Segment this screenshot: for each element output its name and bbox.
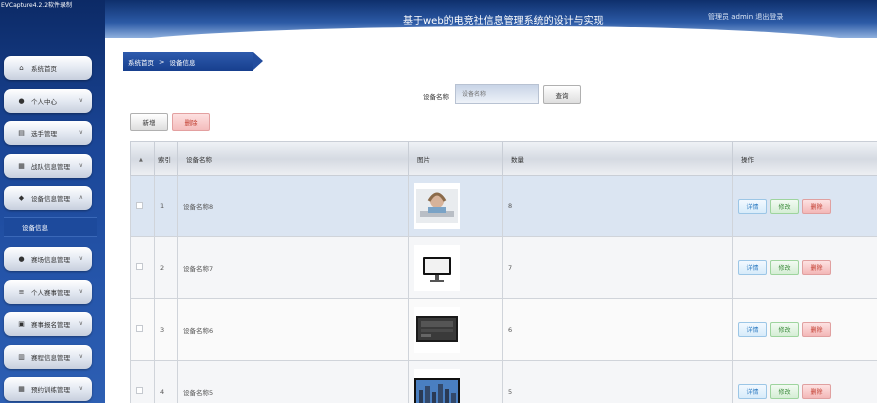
grid-icon: ▦ [18, 385, 25, 393]
column-header-name: 设备名称 [177, 141, 409, 176]
column-header-image: 图片 [408, 141, 503, 176]
breadcrumb-home[interactable]: 系统首页 [128, 57, 154, 67]
grid-icon: ▦ [18, 162, 25, 170]
row-checkbox[interactable] [136, 325, 143, 332]
tv-photo [414, 306, 460, 353]
capture-label: EVCapture4.2.2软件录制 [1, 2, 73, 9]
sidebar-item-venues[interactable]: ● 赛场信息管理 ∨ [4, 247, 92, 271]
edit-button[interactable]: 修改 [770, 384, 799, 399]
table-row[interactable]: 1 设备名称8 8 详情 修改 删除 [130, 175, 877, 237]
search-label: 设备名称 [423, 93, 449, 101]
search-button[interactable]: 查询 [543, 85, 581, 104]
monitor-photo [414, 244, 460, 291]
table-row[interactable]: 2 设备名称7 7 详情 修改 删除 [130, 236, 877, 299]
sort-icon[interactable]: ▲ [139, 157, 143, 163]
column-header-index: 索引 [154, 141, 178, 176]
search-input[interactable] [455, 84, 539, 104]
detail-button[interactable]: 详情 [738, 260, 767, 275]
select-all-header[interactable]: ▲ [130, 141, 155, 176]
row-checkbox[interactable] [136, 387, 143, 394]
detail-button[interactable]: 详情 [738, 198, 767, 214]
chevron-down-icon: ∨ [78, 385, 83, 392]
sidebar-item-personal-center[interactable]: ● 个人中心 ∨ [4, 89, 92, 113]
breadcrumb: 系统首页 > 设备信息 [123, 52, 263, 71]
sidebar: ⌂ 系统首页 ● 个人中心 ∨ ▤ 选手管理 ∨ ▦ 战队信息管理 ∨ ◆ 设备… [0, 0, 105, 403]
row-checkbox[interactable] [136, 201, 143, 209]
header: 基于web的电竞社信息管理系统的设计与实现 管理员 admin 退出登录 [105, 0, 877, 48]
chevron-down-icon: ∨ [78, 320, 83, 327]
chevron-down-icon: ∨ [78, 288, 83, 295]
chevron-down-icon: ∨ [78, 353, 83, 360]
headset-photo [414, 183, 460, 229]
user-logout-link[interactable]: 管理员 admin 退出登录 [708, 12, 783, 22]
chevron-down-icon: ∨ [78, 97, 83, 104]
chevron-down-icon: ∨ [78, 129, 83, 136]
user-icon: ● [18, 97, 25, 105]
sidebar-item-home[interactable]: ⌂ 系统首页 [4, 56, 92, 80]
delete-button[interactable]: 删除 [802, 384, 831, 399]
detail-button[interactable]: 详情 [738, 322, 767, 337]
edit-button[interactable]: 修改 [770, 198, 799, 214]
column-header-actions: 操作 [732, 141, 877, 176]
chevron-down-icon: ∨ [78, 162, 83, 169]
row-checkbox[interactable] [136, 263, 143, 270]
user-icon: ● [18, 255, 25, 263]
header-curve [105, 26, 877, 48]
menu-icon: ≡ [18, 288, 25, 296]
add-button[interactable]: 新增 [130, 113, 168, 131]
delete-button[interactable]: 删除 [802, 322, 831, 337]
sidebar-item-registrations[interactable]: ▣ 赛事报名管理 ∨ [4, 312, 92, 336]
column-header-count: 数量 [502, 141, 733, 176]
city-screen-photo [414, 368, 460, 403]
delete-button[interactable]: 删除 [802, 198, 831, 214]
chevron-up-icon: ∧ [78, 194, 83, 201]
sidebar-subitem-device-info[interactable]: 设备信息 [4, 217, 97, 237]
table-row[interactable]: 4 设备名称5 5 详情 修改 删除 [130, 360, 877, 403]
delete-button[interactable]: 删除 [802, 260, 831, 275]
pin-icon: ◆ [18, 194, 25, 202]
detail-button[interactable]: 详情 [738, 384, 767, 399]
page-title: 基于web的电竞社信息管理系统的设计与实现 [403, 16, 604, 27]
sidebar-item-teams[interactable]: ▦ 战队信息管理 ∨ [4, 154, 92, 178]
sidebar-item-training[interactable]: ▦ 预约训练管理 ∨ [4, 377, 92, 401]
batch-delete-button[interactable]: 删除 [172, 113, 210, 131]
sidebar-item-players[interactable]: ▤ 选手管理 ∨ [4, 121, 92, 145]
clipboard-icon: ▣ [18, 320, 25, 328]
list-icon: ▤ [18, 129, 25, 137]
sidebar-item-devices[interactable]: ◆ 设备信息管理 ∧ [4, 186, 92, 210]
home-icon: ⌂ [19, 64, 24, 72]
table-row[interactable]: 3 设备名称6 6 详情 修改 删除 [130, 298, 877, 361]
breadcrumb-current: 设备信息 [169, 58, 196, 67]
sidebar-item-personal-matches[interactable]: ≡ 个人赛事管理 ∨ [4, 280, 92, 304]
sidebar-item-schedule[interactable]: ▥ 赛程信息管理 ∨ [4, 345, 92, 369]
chevron-down-icon: ∨ [78, 255, 83, 262]
chart-icon: ▥ [18, 353, 25, 361]
edit-button[interactable]: 修改 [770, 322, 799, 337]
device-table: ▲ 索引 设备名称 图片 数量 操作 1 设备名称8 8 详情 修改 删除 2 [130, 141, 877, 403]
edit-button[interactable]: 修改 [770, 260, 799, 275]
